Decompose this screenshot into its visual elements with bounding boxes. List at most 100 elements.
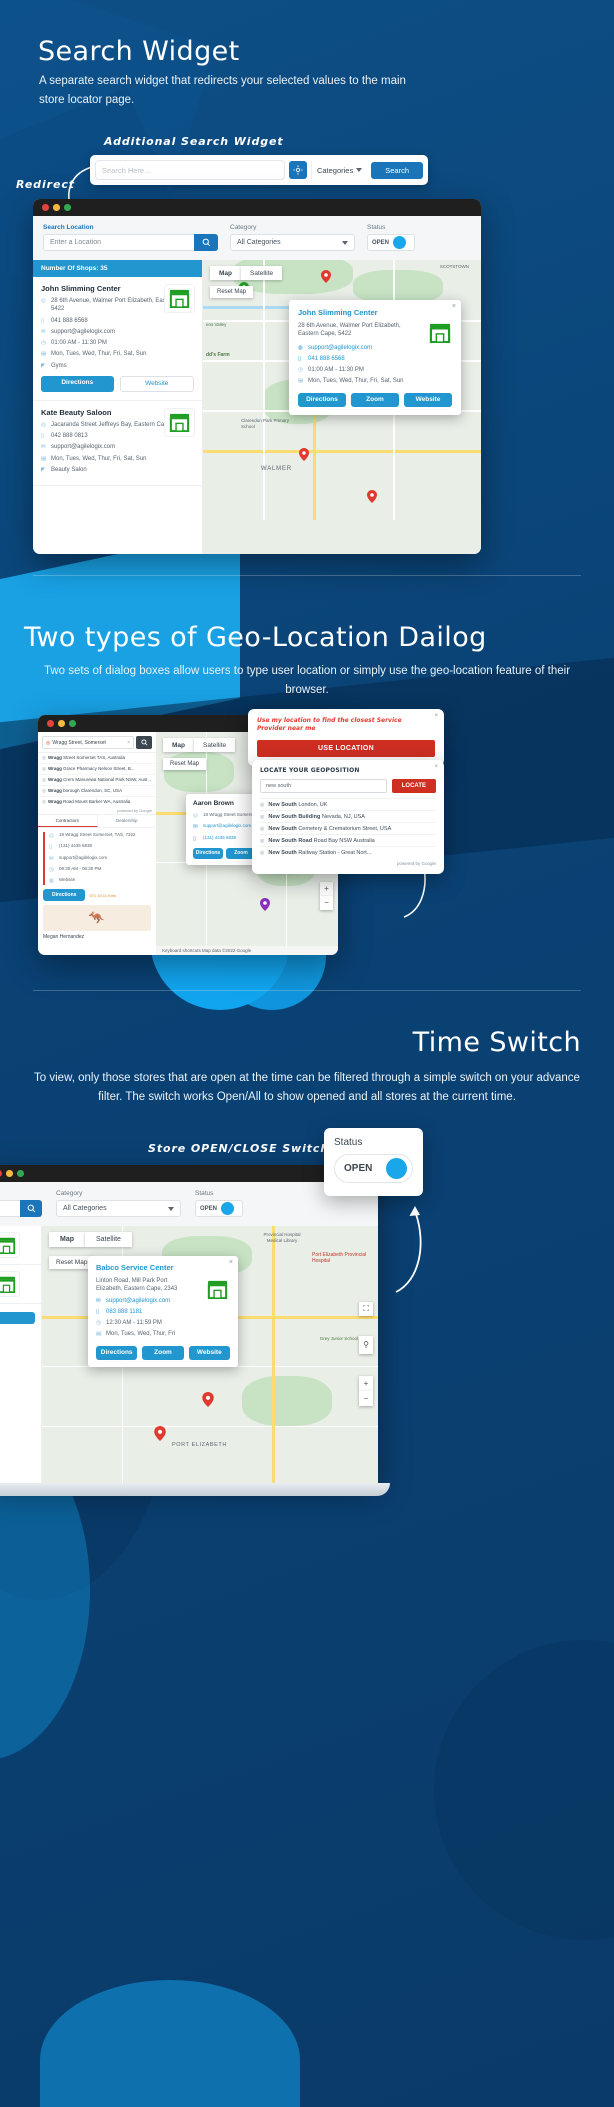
list-item[interactable]: ◎ New South Cemetery & Crematorium Street… <box>260 822 436 834</box>
envelope-icon: ✉ <box>193 824 198 831</box>
maximize-icon[interactable] <box>64 204 71 211</box>
directions-button[interactable]: Directions <box>193 847 223 859</box>
suggestion-rest: Crem Manurewa National Park NSW, Aust... <box>63 777 152 782</box>
list-item[interactable]: ◎ New South Road Road Bay NSW Australia <box>260 834 436 846</box>
website-button[interactable]: Website <box>119 375 194 392</box>
website-button[interactable]: Website <box>188 1345 230 1360</box>
map-info-window: × Babco Service Center Linton Road, Mill… <box>88 1256 238 1367</box>
fullscreen-icon[interactable]: ⛶ <box>359 1302 373 1316</box>
zoom-out-button[interactable]: − <box>359 1391 373 1406</box>
map-pane[interactable]: Map Satellite Reset Map Provincial Hospi… <box>42 1226 378 1483</box>
location-search-group[interactable]: Enter a Location <box>43 234 218 251</box>
map-marker[interactable] <box>154 1426 166 1441</box>
use-location-button[interactable]: USE LOCATION <box>257 739 435 757</box>
tab-satellite[interactable]: Satellite <box>241 266 283 280</box>
status-switch[interactable]: OPEN <box>334 1154 413 1183</box>
directions-button[interactable] <box>0 1312 35 1324</box>
list-item[interactable]: ◎ New South Railway Station - Great Nort.… <box>260 846 436 858</box>
tab-map[interactable]: Map <box>210 266 241 280</box>
status-toggle[interactable]: OPEN <box>367 234 415 251</box>
info-days-row: ▤ Mon, Tues, Wed, Thur, Fri, Sat, Sun <box>298 377 452 385</box>
toggle-knob[interactable] <box>221 1202 235 1215</box>
list-item[interactable]: Kate Beauty Saloon ◎ Jacaranda Street Je… <box>33 401 202 487</box>
directions-button[interactable]: Directions <box>298 392 346 407</box>
directions-button[interactable]: Directions <box>96 1345 138 1360</box>
info-email: support@agilelogix.com <box>203 823 252 829</box>
tab-satellite[interactable]: Satellite <box>85 1232 132 1247</box>
map-type-tabs[interactable]: Map Satellite <box>210 266 283 280</box>
search-icon[interactable] <box>20 1200 42 1217</box>
tab-map[interactable]: Map <box>49 1232 85 1247</box>
close-icon[interactable] <box>0 1170 2 1177</box>
map-marker[interactable] <box>260 898 270 911</box>
widget-categories-dropdown[interactable]: Categories <box>310 161 367 179</box>
close-icon[interactable] <box>42 204 49 211</box>
maximize-icon[interactable] <box>17 1170 24 1177</box>
directions-button[interactable]: Directions <box>41 375 114 392</box>
category-tabs[interactable]: Contractors Dealership <box>38 814 156 828</box>
map-marker[interactable] <box>321 270 331 283</box>
zoom-button[interactable]: Zoom <box>351 392 399 407</box>
zoom-button[interactable]: Zoom <box>142 1345 184 1360</box>
autocomplete-suggestions[interactable]: ◎ Wragg Street Somerset TAS, Australia ◎… <box>38 752 156 814</box>
store-owner-name: Megan Hernandez <box>43 934 85 941</box>
close-icon[interactable] <box>47 720 54 727</box>
search-icon[interactable] <box>194 234 218 251</box>
category-select[interactable]: All Categories <box>230 234 355 251</box>
locate-button[interactable]: LOCATE <box>391 779 436 793</box>
search-icon[interactable] <box>136 736 152 749</box>
store-category: Gyms <box>51 362 67 369</box>
close-icon[interactable]: × <box>229 1259 233 1266</box>
zoom-in-button[interactable]: + <box>359 1376 373 1391</box>
map-marker[interactable] <box>367 490 377 503</box>
pegman-icon[interactable]: ⚲ <box>359 1336 373 1354</box>
info-phone: (131) 4435 6838 <box>203 834 237 840</box>
map-marker[interactable] <box>299 448 309 461</box>
tab-dealership[interactable]: Dealership <box>98 815 157 827</box>
search-group[interactable]: ◎ Wragg Street, Somerset × <box>38 732 156 752</box>
map-pane[interactable]: Map Satellite Reset Map SCOTSTOWN ens Va… <box>203 260 481 554</box>
store-days: Mon, Tues, Wed, Thur, Fri, Sat, Sun <box>51 351 147 358</box>
store-website[interactable]: Website <box>59 877 75 883</box>
geoposition-suggestions[interactable]: ◎ New South London, UK ◎ New South Buildin… <box>260 798 436 858</box>
list-item[interactable]: John Slimming Center ◎ 28 6th Avenue, Wa… <box>33 277 202 401</box>
map-label: WALMER <box>261 466 292 472</box>
minimize-icon[interactable] <box>6 1170 13 1177</box>
geoposition-input[interactable]: new south <box>260 779 387 793</box>
map-label: Grey Junior School <box>319 1336 358 1341</box>
store-email: support@agilelogix.com <box>59 854 108 860</box>
tab-map[interactable]: Map <box>163 738 194 752</box>
minimize-icon[interactable] <box>53 204 60 211</box>
filter-bar: Search Location Enter a Location Categor… <box>33 216 481 260</box>
crosshair-icon[interactable] <box>288 161 307 179</box>
toggle-knob[interactable] <box>393 236 407 249</box>
website-button[interactable]: Website <box>404 392 452 407</box>
maximize-icon[interactable] <box>69 720 76 727</box>
reset-map-button[interactable]: Reset Map <box>210 286 254 298</box>
status-toggle[interactable]: OPEN <box>195 1200 243 1217</box>
directions-button[interactable]: Directions <box>43 889 86 902</box>
zoom-out-button[interactable]: − <box>320 896 333 910</box>
info-phone: 041 888 6568 <box>308 355 345 362</box>
toggle-knob[interactable] <box>386 1158 407 1179</box>
geoposition-search-row[interactable]: new south LOCATE <box>260 779 436 793</box>
widget-search-button[interactable]: Search <box>371 161 423 179</box>
zoom-in-button[interactable]: + <box>320 882 333 896</box>
close-icon[interactable]: × <box>452 303 456 310</box>
tab-satellite[interactable]: Satellite <box>194 738 236 752</box>
list-item[interactable]: ◎ New South Building Nevada, NJ, USA <box>260 810 436 822</box>
widget-search-input[interactable]: Search Here... <box>95 160 285 180</box>
reset-map-button[interactable]: Reset Map <box>163 758 207 770</box>
tab-contractors[interactable]: Contractors <box>38 815 98 827</box>
list-item[interactable]: ◎ New South London, UK <box>260 798 436 810</box>
additional-search-widget[interactable]: Search Here... Categories Search <box>90 155 428 185</box>
map-type-tabs[interactable]: Map Satellite <box>49 1232 132 1247</box>
minimize-icon[interactable] <box>58 720 65 727</box>
location-input[interactable]: Enter a Location <box>43 234 194 251</box>
close-icon[interactable]: × <box>434 713 438 719</box>
clear-icon[interactable]: × <box>127 740 130 746</box>
map-type-tabs[interactable]: Map Satellite <box>163 738 236 752</box>
map-marker[interactable] <box>202 1392 214 1407</box>
category-select[interactable]: All Categories <box>56 1200 181 1217</box>
close-icon[interactable]: × <box>434 764 438 770</box>
